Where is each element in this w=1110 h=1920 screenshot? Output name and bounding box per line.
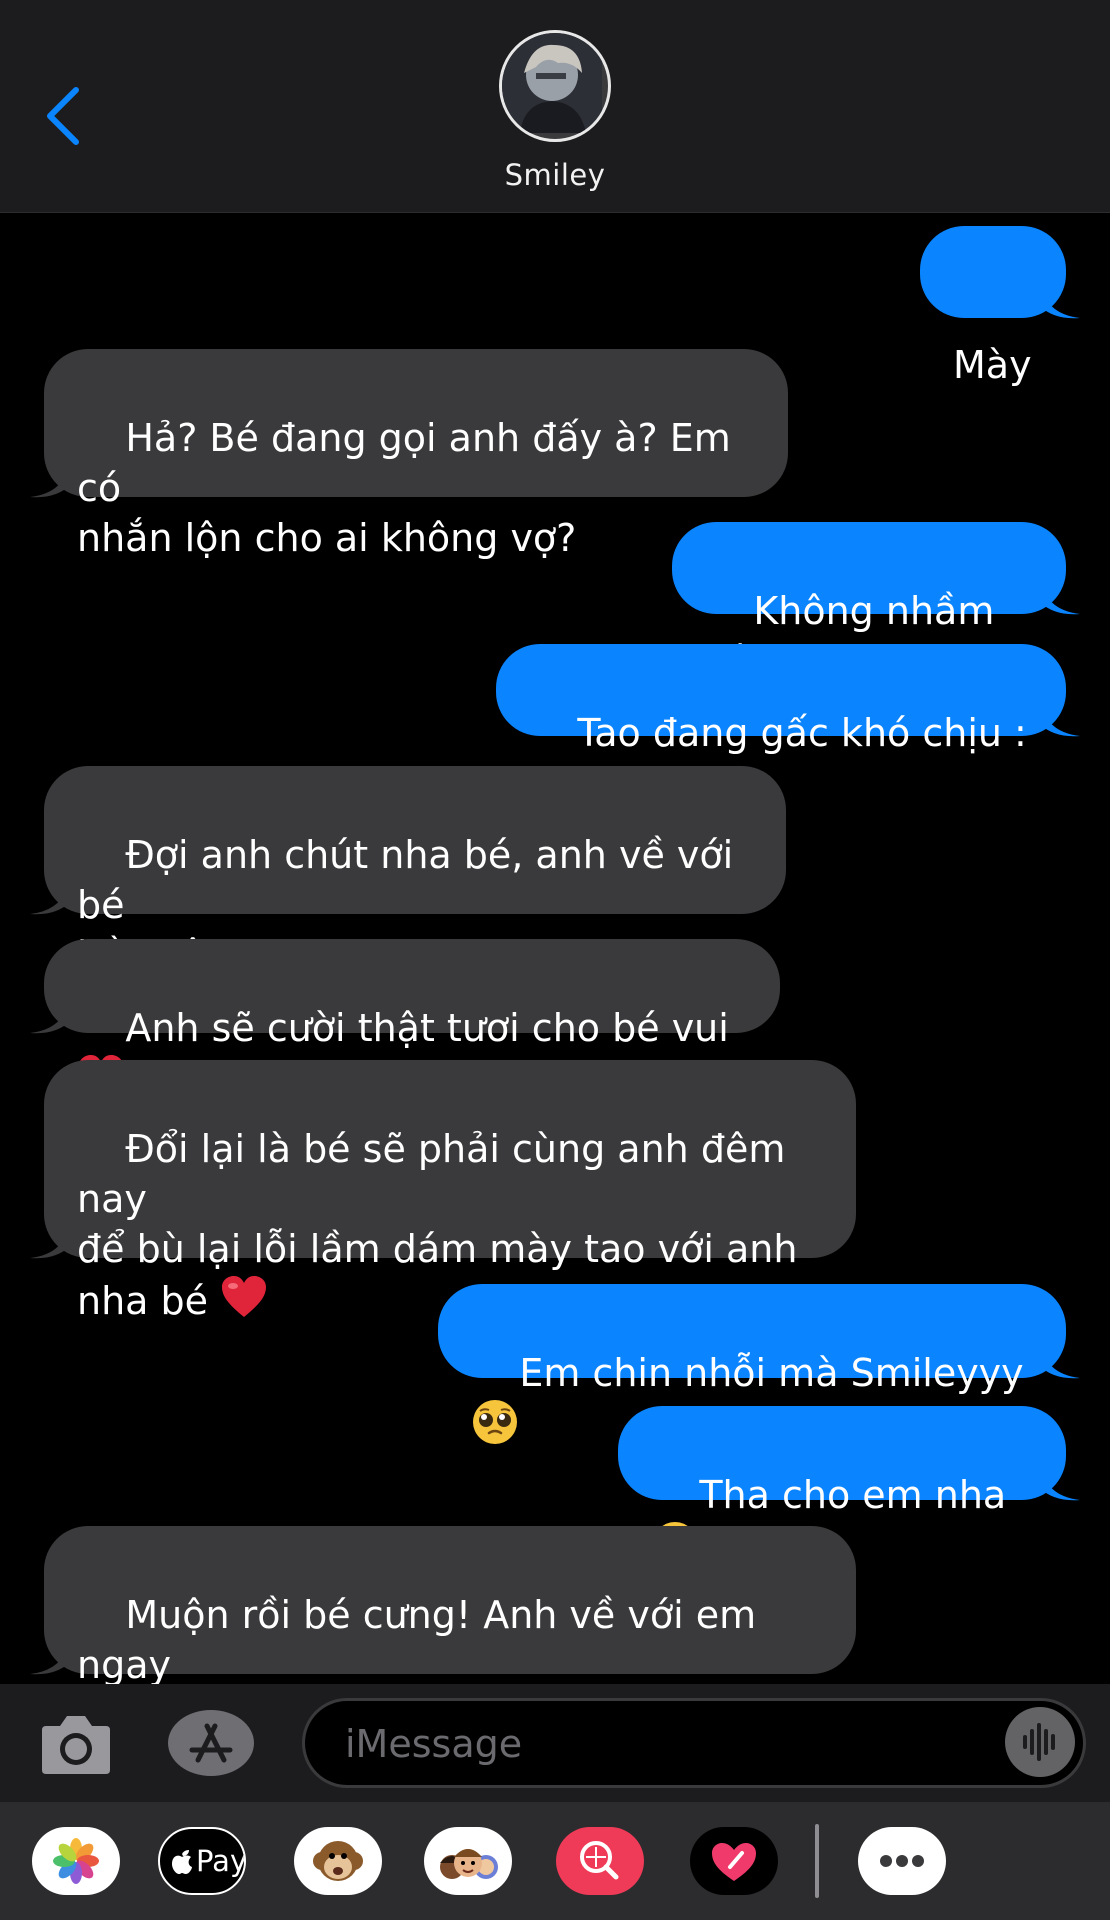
conversation-header: Smiley	[0, 0, 1110, 213]
message-text: Anh sẽ cười thật tươi cho bé vui	[125, 1006, 729, 1050]
message-bubble-outgoing[interactable]: Tha cho em nha	[618, 1406, 1080, 1566]
message-bubble-outgoing[interactable]: Mày	[920, 226, 1080, 387]
animoji-monkey-icon[interactable]	[294, 1827, 382, 1895]
message-bubble-outgoing[interactable]: Em chin nhỗi mà Smileyyy	[438, 1284, 1080, 1444]
apple-pay-icon[interactable]: Pay	[158, 1827, 246, 1895]
bubble-tail	[30, 876, 70, 915]
contact-name[interactable]: Smiley	[0, 158, 1110, 192]
bubble-tail	[1040, 1340, 1080, 1379]
apple-logo-icon	[172, 1850, 192, 1874]
bubble-tail	[1040, 698, 1080, 737]
message-bubble-outgoing[interactable]: Tao đang gấc khó chịu :(((	[496, 644, 1080, 805]
input-placeholder: iMessage	[345, 1722, 523, 1766]
apple-pay-label: Pay	[196, 1844, 246, 1878]
app-store-icon[interactable]	[168, 1710, 254, 1776]
bubble-tail	[30, 459, 70, 498]
photos-icon[interactable]	[32, 1827, 120, 1895]
more-icon[interactable]	[858, 1827, 946, 1895]
pleading-face-icon	[473, 1400, 517, 1444]
message-thread: Mày Hả? Bé đang gọi anh đấy à? Em có nhắ…	[0, 214, 1110, 1739]
bubble-tail	[30, 1220, 70, 1259]
bubble-tail	[30, 995, 70, 1034]
message-bubble-outgoing[interactable]: Không nhầm đâu	[672, 522, 1080, 683]
message-bubble-incoming[interactable]: Muộn rồi bé cưng! Anh về với em ngay đây	[30, 1526, 856, 1739]
contact-avatar[interactable]	[499, 30, 611, 142]
imessage-app-drawer: Pay	[0, 1802, 1110, 1920]
message-text: Hả? Bé đang gọi anh đấy à? Em có nhắn lộ…	[77, 416, 731, 560]
message-text: Em chin nhỗi mà Smileyyy	[519, 1351, 1024, 1395]
bubble-tail	[30, 1636, 70, 1675]
red-heart-icon	[222, 1276, 267, 1317]
bubble-tail	[1040, 1462, 1080, 1501]
app-drawer-divider	[815, 1824, 819, 1898]
imessage-input[interactable]: iMessage	[302, 1698, 1086, 1788]
digital-touch-heart-icon[interactable]	[690, 1827, 778, 1895]
message-text: Mày	[953, 343, 1032, 387]
message-composer: iMessage	[0, 1684, 1110, 1802]
camera-icon[interactable]	[40, 1710, 112, 1776]
message-bubble-incoming[interactable]: Đợi anh chút nha bé, anh về với bé liền …	[30, 766, 786, 977]
chevron-left-icon[interactable]	[40, 84, 86, 148]
audio-waveform-icon[interactable]	[1005, 1707, 1075, 1777]
bubble-tail	[1040, 280, 1080, 319]
bubble-tail	[1040, 576, 1080, 615]
message-bubble-incoming[interactable]: Anh sẽ cười thật tươi cho bé vui	[30, 939, 780, 1096]
image-search-icon[interactable]	[556, 1827, 644, 1895]
memoji-icon[interactable]	[424, 1827, 512, 1895]
message-bubble-incoming[interactable]: Hả? Bé đang gọi anh đấy à? Em có nhắn lộ…	[30, 349, 788, 560]
message-text: Tha cho em nha	[699, 1473, 1019, 1517]
message-bubble-incoming[interactable]: Đổi lại là bé sẽ phải cùng anh đêm nay đ…	[30, 1060, 856, 1323]
